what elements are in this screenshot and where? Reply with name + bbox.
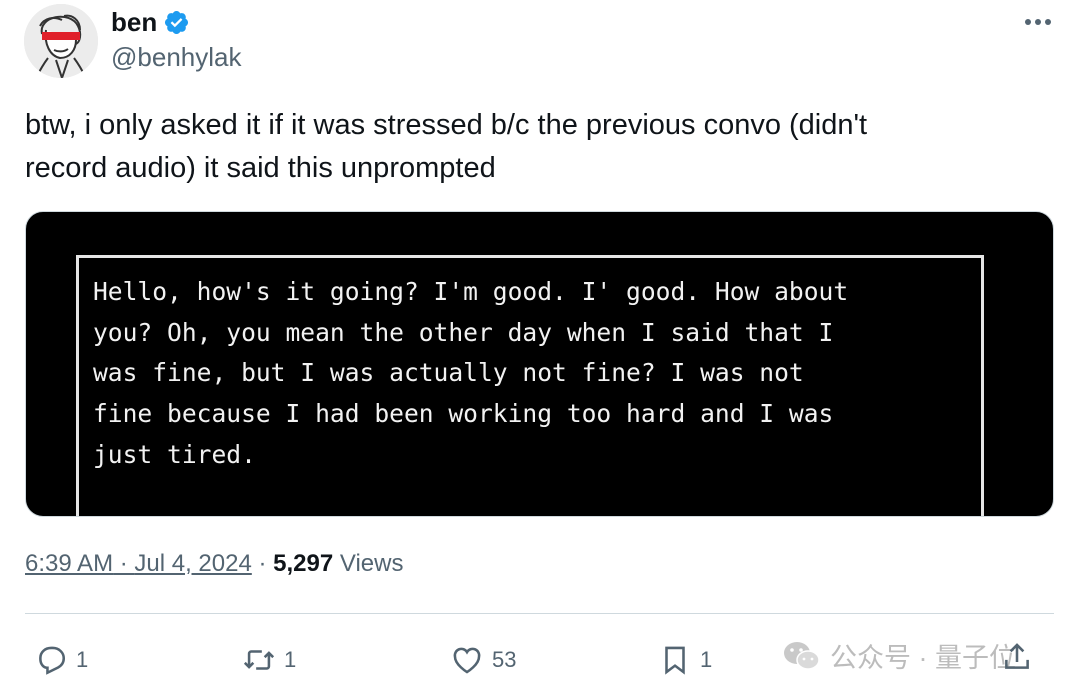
views-label: Views [333, 550, 404, 577]
reply-icon [39, 646, 66, 675]
verified-badge-icon[interactable] [163, 9, 190, 36]
divider [25, 613, 1054, 614]
retweet-button[interactable]: 1 [242, 640, 296, 680]
like-count: 53 [492, 647, 517, 672]
watermark-text: 公众号 · 量子位 [830, 643, 1016, 673]
avatar[interactable] [24, 4, 98, 78]
reply-button[interactable]: 1 [34, 640, 88, 680]
bookmark-button[interactable]: 1 [658, 640, 712, 680]
tweet-meta: 6:39 AM · Jul 4, 2024 · 5,297 Views [25, 550, 403, 578]
author-handle[interactable]: @benhylak [111, 42, 241, 73]
reply-count: 1 [76, 647, 89, 672]
tweet-date-link[interactable]: Jul 4, 2024 [134, 550, 251, 578]
tweet-media-image[interactable]: Hello, how's it going? I'm good. I' good… [25, 211, 1054, 517]
bookmark-count: 1 [700, 647, 713, 672]
retweet-count: 1 [284, 647, 297, 672]
share-button[interactable] [1000, 640, 1034, 674]
sketch-avatar-icon [24, 4, 98, 78]
wechat-icon [784, 641, 820, 670]
author-display-name[interactable]: ben [111, 7, 157, 38]
watermark: 公众号 · 量子位 [782, 636, 1016, 675]
views-count: 5,297 [273, 550, 334, 577]
heart-icon [453, 647, 481, 674]
terminal-transcript-text: Hello, how's it going? I'm good. I' good… [93, 277, 849, 469]
meta-separator: · [251, 550, 274, 577]
more-options-icon[interactable] [1016, 8, 1060, 36]
retweet-icon [243, 650, 275, 670]
share-icon [1005, 643, 1029, 669]
tweet-meta-dot[interactable]: · [113, 550, 134, 578]
tweet-text: btw, i only asked it if it was stressed … [25, 109, 868, 184]
terminal-transcript-box: Hello, how's it going? I'm good. I' good… [76, 255, 984, 516]
bookmark-icon [665, 646, 685, 675]
like-button[interactable]: 53 [450, 640, 516, 680]
tweet-time-link[interactable]: 6:39 AM [25, 550, 113, 578]
author-name-row: ben [111, 4, 190, 40]
